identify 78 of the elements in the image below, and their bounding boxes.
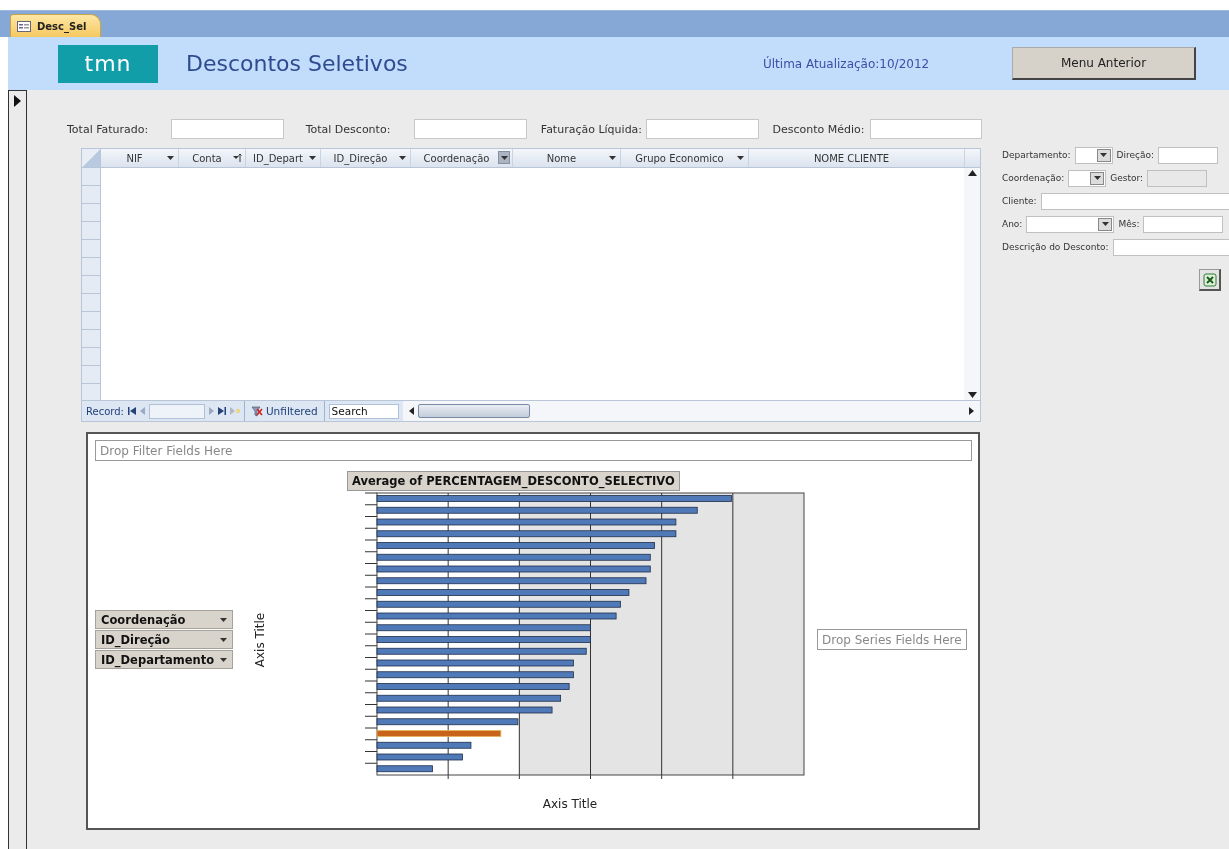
caret-icon [220,617,227,622]
spreadsheet-icon [1202,272,1217,287]
caret-icon [166,155,174,160]
form-icon [17,20,31,32]
current-record-icon [14,95,21,107]
row-field-button[interactable]: ID_Direção [95,630,233,649]
record-number-field[interactable] [148,403,205,419]
filter-label: Ano: [1002,219,1023,229]
caret-icon [398,155,406,160]
caret-icon [608,155,616,160]
filter-field[interactable] [1158,146,1218,164]
document-tab[interactable]: Desc_Sel [10,14,102,37]
filter-label: Direção: [1116,150,1154,160]
y-axis-title: Axis Title [253,612,267,667]
series-drop-zone: Drop Series Fields Here [817,629,967,650]
filter-drop-zone: Drop Filter Fields Here [95,440,972,461]
back-button[interactable]: Menu Anterior [1012,47,1196,80]
total-field[interactable] [646,119,759,139]
logo: tmn [58,44,158,83]
column-header[interactable]: Grupo Economico [621,149,749,167]
filter-field[interactable] [1040,192,1229,210]
column-header[interactable]: ID_Direção [321,149,411,167]
caret-icon [736,155,744,160]
sort-icon [232,152,242,163]
horizontal-scrollbar[interactable] [402,401,980,421]
total-label: Faturação Líquida: [540,122,643,136]
filter-combo-box[interactable] [1026,215,1115,233]
next-record-icon[interactable] [208,407,214,415]
scroll-left-icon[interactable] [408,407,414,415]
filter-label: Descrição do Desconto: [1002,242,1109,252]
scroll-right-icon[interactable] [969,407,974,415]
form-title: Descontos Seletivos [186,51,409,76]
filter-button[interactable]: Unfiltered [244,401,325,421]
x-axis-title: Axis Title [542,797,598,811]
filter-label: Coordenação: [1002,173,1065,183]
scroll-up-icon[interactable] [967,170,977,176]
filter-label: Cliente: [1002,196,1037,206]
filter-label: Gestor: [1110,173,1144,183]
caret-icon [220,657,227,662]
data-field-button[interactable]: Average of PERCENTAGEM_DESCONTO_SELECTIVO [347,471,680,491]
column-header[interactable]: Conta [179,149,246,167]
row-field-button[interactable]: ID_Departamento [95,650,233,669]
caret-icon [220,637,227,642]
excel-export-button[interactable] [1199,269,1221,291]
select-all-corner[interactable] [82,149,101,167]
caret-icon [1100,153,1107,157]
caret-icon [500,155,508,160]
filter-off-icon [250,405,263,417]
column-header[interactable]: NOME CLIENTE [749,149,965,167]
column-header[interactable]: Nome [513,149,621,167]
first-record-icon[interactable] [127,407,136,415]
column-header[interactable]: Coordenação [411,149,513,167]
row-field-button[interactable]: Coordenação [95,610,233,629]
filter-label: Mês: [1118,219,1140,229]
scroll-down-icon[interactable] [967,392,977,398]
column-header[interactable]: ID_Depart [246,149,321,167]
filter-combo-box[interactable] [1074,146,1113,164]
caret-icon [1093,176,1101,180]
vertical-scrollbar[interactable] [964,168,980,400]
column-header[interactable]: NIF [101,149,179,167]
record-label: Record: [86,405,124,417]
filter-field[interactable] [1112,238,1229,256]
total-label: Desconto Médio: [772,122,865,136]
caret-icon [1101,222,1109,226]
filter-combo-box[interactable] [1068,169,1107,187]
total-label: Total Desconto: [305,122,391,136]
row-selector-column[interactable] [82,168,101,400]
filter-label: Departamento: [1002,150,1071,160]
total-field[interactable] [414,119,527,139]
last-update-text: Última Atualização:10/2012 [763,56,931,71]
total-label: Total Faturado: [67,122,149,136]
last-record-icon[interactable] [217,407,226,415]
total-field[interactable] [869,119,982,139]
previous-record-icon[interactable] [139,407,145,415]
search-field[interactable]: Search [328,403,399,419]
filter-field[interactable] [1143,215,1224,233]
total-field[interactable] [171,119,284,139]
caret-icon [308,155,316,160]
